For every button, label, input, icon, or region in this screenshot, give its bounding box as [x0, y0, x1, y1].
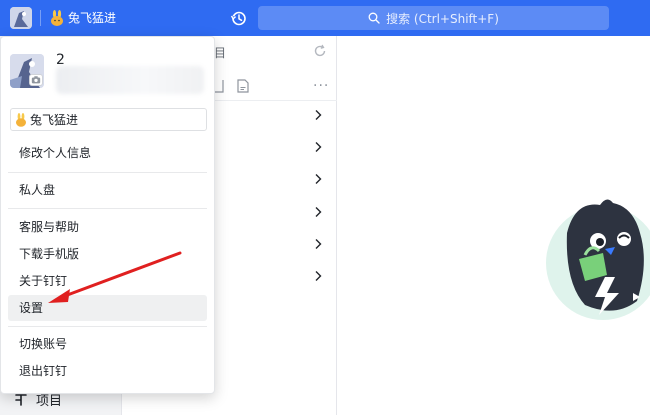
search-placeholder: 搜索 (Ctrl+Shift+F): [386, 11, 499, 26]
list-header-fragment: 目: [214, 46, 227, 60]
menu-item-download-mobile[interactable]: 下载手机版: [8, 241, 207, 267]
search-icon: [368, 12, 380, 24]
menu-item-switch-account[interactable]: 切换账号: [8, 331, 207, 357]
menu-item-logout[interactable]: 退出钉钉: [8, 358, 207, 384]
menu-item-edit-profile[interactable]: 修改个人信息: [8, 140, 207, 166]
menu-divider: [8, 172, 207, 173]
menu-divider: [8, 208, 207, 209]
blurred-user-info: [56, 66, 204, 94]
chevron-right-icon[interactable]: [313, 270, 323, 282]
title-bar: 兔飞猛进 搜索 (Ctrl+Shift+F): [0, 0, 650, 36]
refresh-icon[interactable]: [313, 44, 327, 58]
menu-item-about[interactable]: 关于钉钉: [8, 268, 207, 294]
menu-item-help[interactable]: 客服与帮助: [8, 214, 207, 240]
list-divider: [214, 100, 337, 101]
chevron-right-icon[interactable]: [313, 206, 323, 218]
rabbit-icon: [16, 112, 26, 127]
project-icon: [15, 393, 27, 406]
menu-item-private-drive[interactable]: 私人盘: [8, 177, 207, 203]
avatar-image-icon: [10, 7, 32, 29]
org-name: 兔飞猛进: [68, 11, 117, 25]
document-icon[interactable]: [237, 79, 249, 93]
chevron-right-icon[interactable]: [313, 238, 323, 250]
org-chip-label: 兔飞猛进: [30, 113, 79, 127]
chevron-right-icon[interactable]: [313, 109, 323, 121]
user-avatar-button[interactable]: [10, 7, 32, 29]
history-icon[interactable]: [230, 10, 247, 27]
dingtalk-mascot-illustration: [546, 199, 650, 320]
camera-icon[interactable]: [29, 74, 43, 86]
org-chip[interactable]: 兔飞猛进: [10, 108, 207, 131]
titlebar-divider: [40, 10, 41, 26]
rabbit-icon: [51, 9, 63, 26]
chevron-right-icon[interactable]: [313, 173, 323, 185]
more-icon[interactable]: ···: [313, 78, 329, 94]
org-switcher[interactable]: 兔飞猛进: [50, 9, 116, 26]
chevron-right-icon[interactable]: [313, 141, 323, 153]
folder-tab-icon[interactable]: [214, 79, 224, 93]
search-bar[interactable]: 搜索 (Ctrl+Shift+F): [258, 6, 609, 30]
menu-divider: [8, 326, 207, 327]
menu-item-settings[interactable]: 设置: [8, 295, 207, 321]
